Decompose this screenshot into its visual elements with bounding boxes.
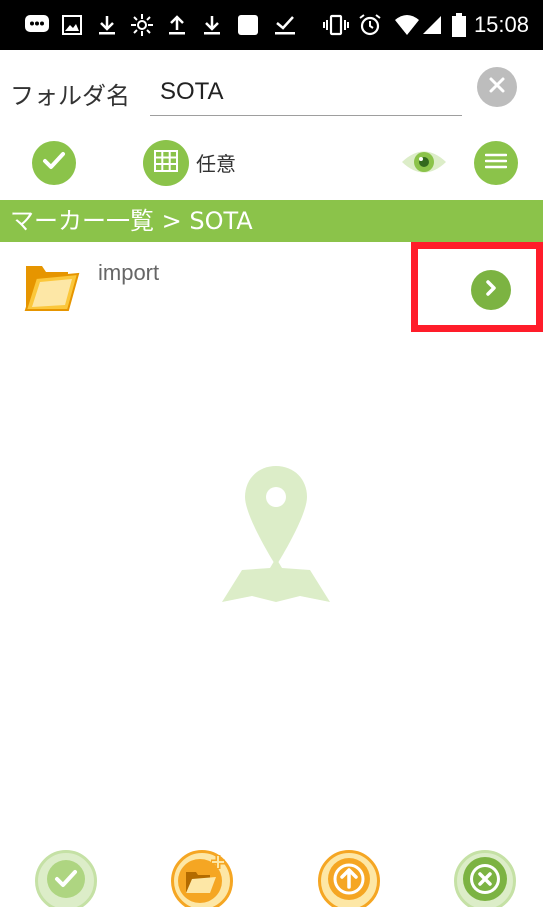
breadcrumb: マーカー一覧 > SOTA [0, 200, 543, 242]
vibrate-icon [322, 13, 350, 37]
image-icon [62, 13, 82, 37]
menu-button[interactable] [474, 141, 518, 185]
clear-button[interactable] [477, 67, 517, 107]
select-all-button[interactable] [32, 141, 76, 185]
upload-icon [168, 13, 186, 37]
cancel-button[interactable] [454, 850, 516, 907]
brightness-icon [130, 13, 154, 37]
square-icon [237, 13, 259, 37]
visibility-toggle[interactable] [400, 147, 448, 177]
check-download-icon [274, 13, 296, 37]
new-folder-icon [176, 853, 228, 907]
folder-icon [22, 258, 82, 319]
check-icon [46, 859, 86, 904]
wifi-icon [394, 13, 420, 37]
menu-icon [484, 153, 508, 174]
download-icon [98, 13, 116, 37]
list-item-label: import [98, 260, 160, 285]
folder-name-input[interactable] [150, 68, 462, 116]
arrow-up-icon [326, 856, 372, 907]
check-icon [42, 151, 66, 176]
alarm-icon [358, 13, 382, 37]
grid-icon [154, 149, 178, 177]
status-bar: 15:08 [0, 0, 543, 50]
eye-icon [400, 151, 448, 181]
list-item[interactable]: import [0, 242, 543, 332]
confirm-button[interactable] [35, 850, 97, 907]
sort-button[interactable] [143, 140, 189, 186]
close-icon [488, 76, 506, 99]
battery-icon [452, 13, 466, 37]
new-folder-button[interactable] [171, 850, 233, 907]
folder-name-label: フォルダ名 [10, 82, 130, 110]
chat-icon [24, 13, 50, 37]
sort-label[interactable]: 任意 [196, 148, 236, 177]
download-icon [203, 13, 221, 37]
open-folder-button[interactable] [471, 270, 511, 310]
signal-icon [421, 13, 443, 37]
close-icon [461, 855, 509, 907]
parent-folder-button[interactable] [318, 850, 380, 907]
status-time: 15:08 [473, 12, 529, 37]
chevron-right-icon [484, 279, 498, 302]
map-marker-placeholder-icon [222, 462, 330, 609]
